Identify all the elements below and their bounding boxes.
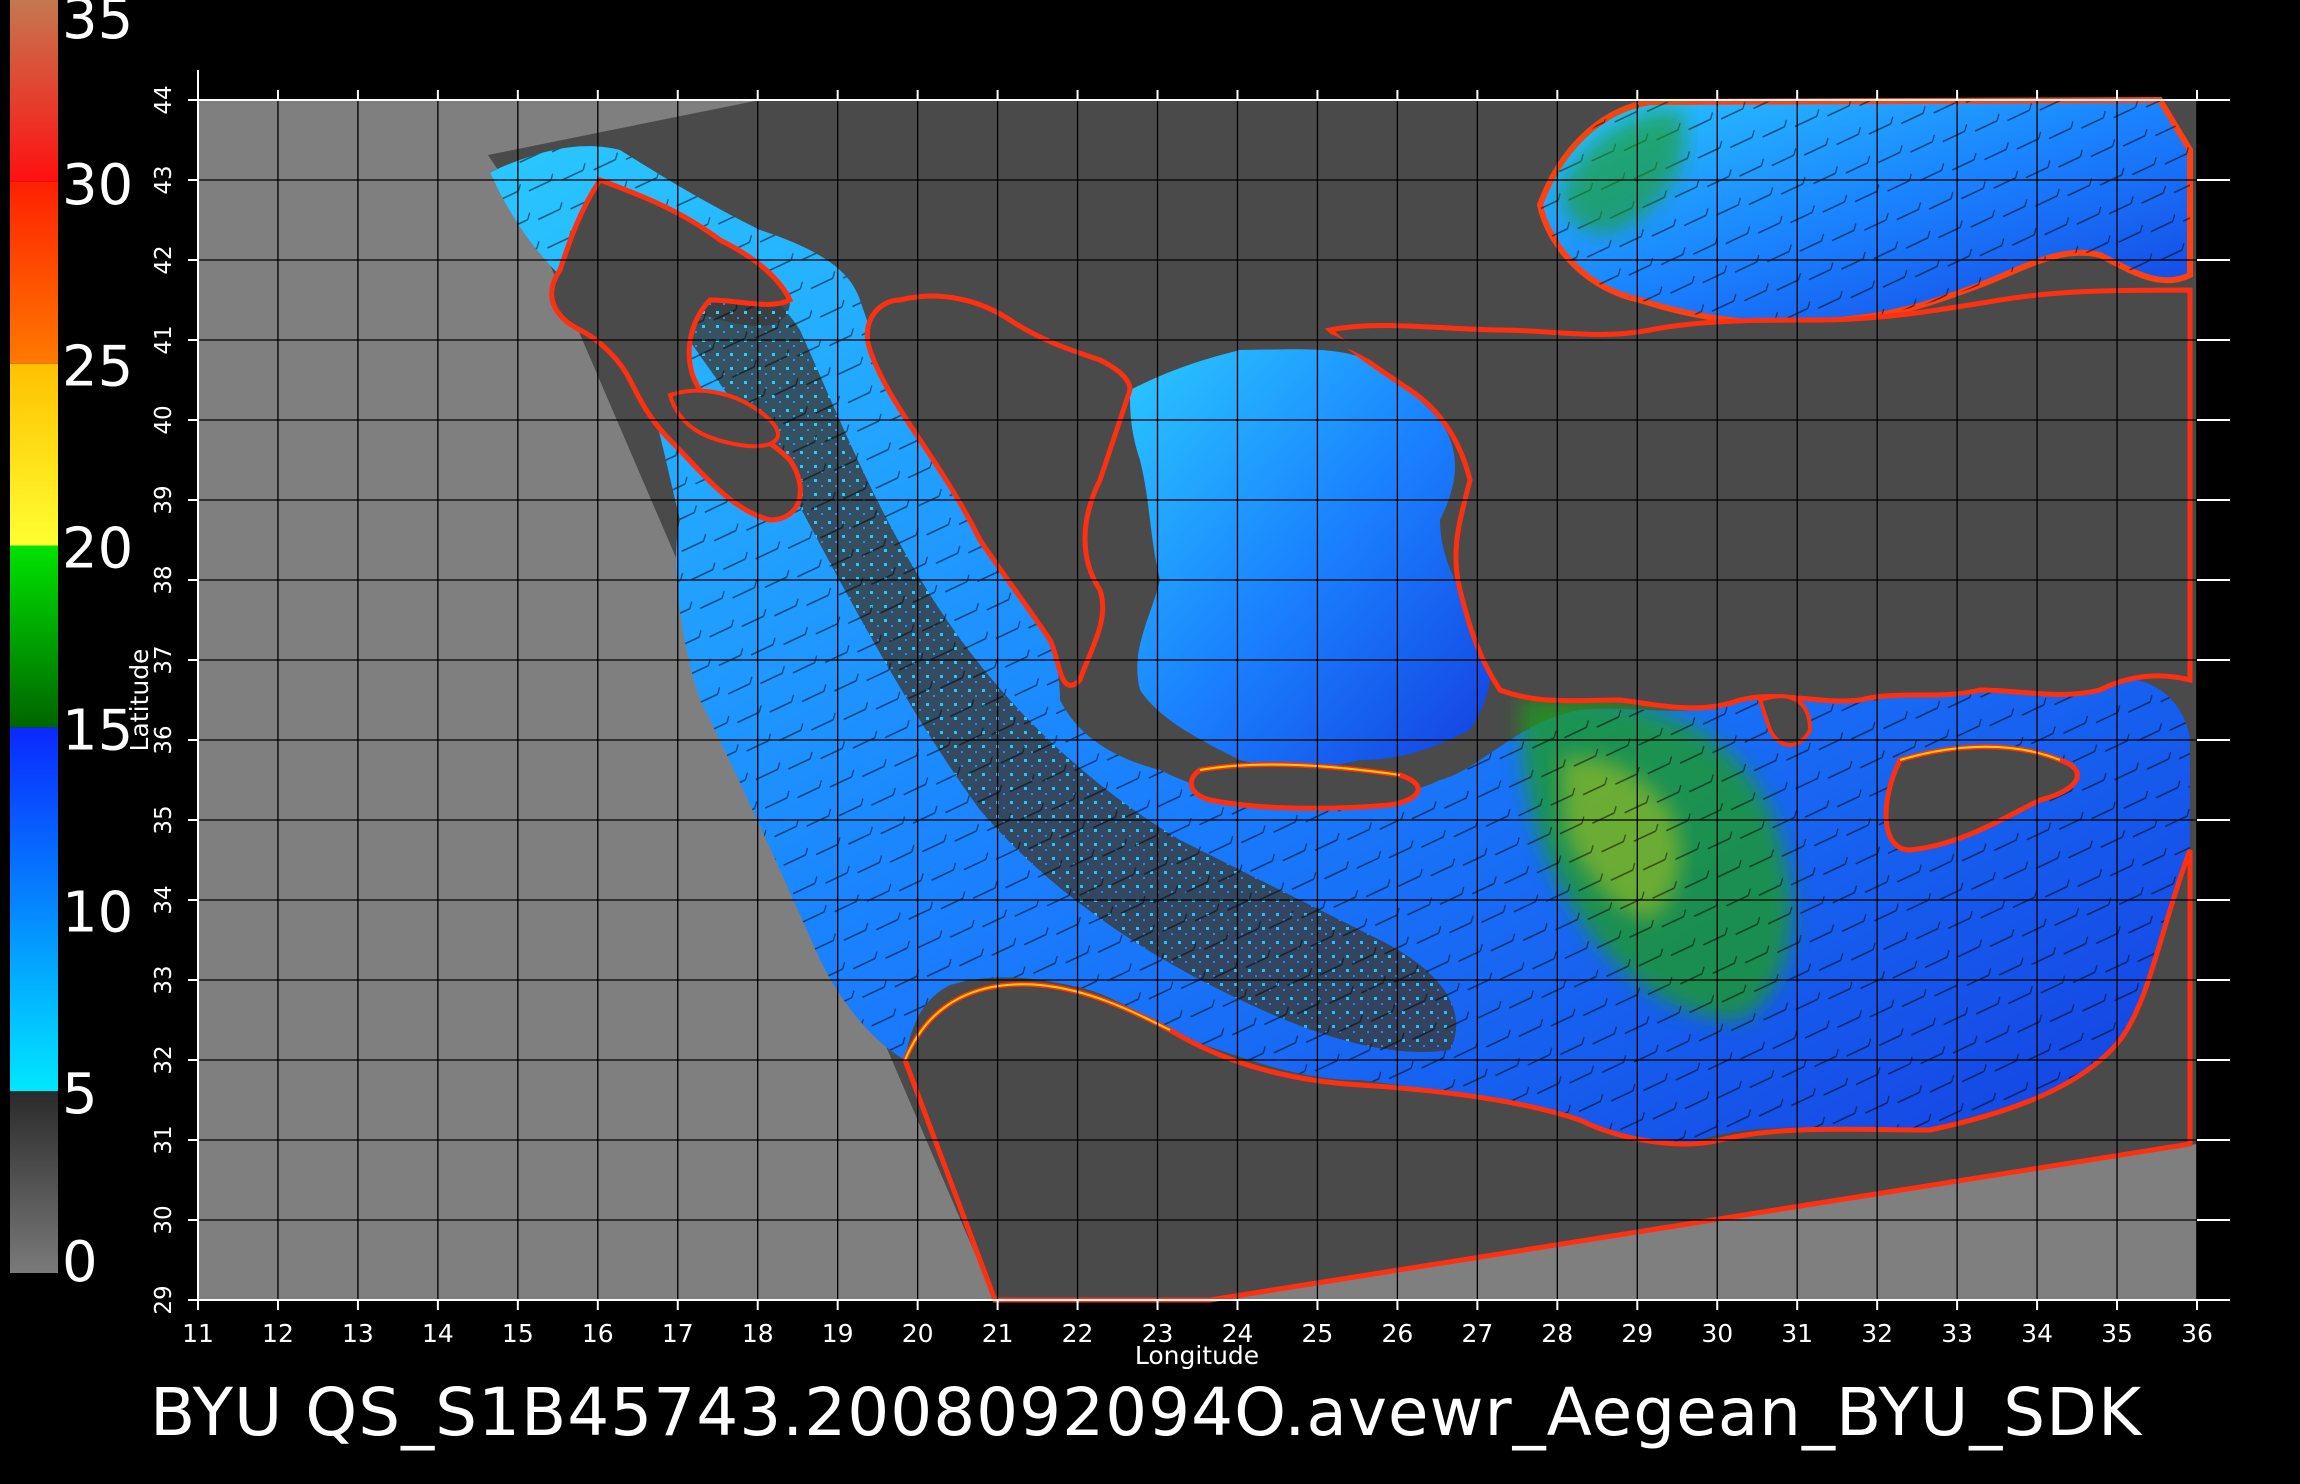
x-tick-label: 14 xyxy=(422,1319,454,1348)
y-tick-label: 41 xyxy=(151,325,177,354)
colorbar-label: 15 xyxy=(62,698,133,763)
y-tick-label: 30 xyxy=(151,1205,177,1234)
colorbar-segment xyxy=(10,545,58,728)
colorbar-label: 10 xyxy=(62,880,133,945)
x-tick-label: 11 xyxy=(182,1319,214,1348)
x-tick-label: 25 xyxy=(1302,1319,1334,1348)
x-tick-label: 34 xyxy=(2021,1319,2053,1348)
y-tick-label: 33 xyxy=(151,965,177,994)
map-figure: 11 12 13 14 15 16 17 18 19 20 21 22 23 24 25 26 27 28 29 30… xyxy=(10,0,2230,1451)
y-tick-label: 38 xyxy=(151,565,177,594)
x-tick-label: 12 xyxy=(262,1319,294,1348)
x-tick-label: 13 xyxy=(342,1319,374,1348)
colorbar-label: 0 xyxy=(62,1230,98,1295)
x-tick-label: 19 xyxy=(822,1319,854,1348)
colorbar-segment xyxy=(10,0,58,182)
colorbar-label: 25 xyxy=(62,335,133,400)
y-tick-label: 40 xyxy=(151,405,177,434)
x-tick-label: 29 xyxy=(1621,1319,1653,1348)
x-tick-label: 16 xyxy=(582,1319,614,1348)
x-tick-label: 18 xyxy=(742,1319,774,1348)
colorbar: 0 5 10 15 20 25 30 35 xyxy=(10,0,133,1295)
x-tick-label: 35 xyxy=(2101,1319,2133,1348)
plot-area xyxy=(197,96,2198,1303)
y-tick-label: 31 xyxy=(151,1125,177,1154)
y-tick-label: 35 xyxy=(151,805,177,834)
y-tick-label: 32 xyxy=(151,1045,177,1074)
x-tick-label: 27 xyxy=(1461,1319,1493,1348)
x-tick-label: 15 xyxy=(502,1319,534,1348)
y-tick-label: 39 xyxy=(151,485,177,514)
y-tick-label: 29 xyxy=(151,1285,177,1314)
x-tick-label: 28 xyxy=(1541,1319,1573,1348)
x-tick-label: 22 xyxy=(1062,1319,1094,1348)
x-tick-label: 36 xyxy=(2181,1319,2213,1348)
x-axis-title: Longitude xyxy=(1135,1341,1259,1370)
colorbar-segment xyxy=(10,181,58,364)
x-tick-label: 30 xyxy=(1701,1319,1733,1348)
y-tick-label: 42 xyxy=(151,245,177,274)
x-tick-label: 32 xyxy=(1861,1319,1893,1348)
colorbar-label: 30 xyxy=(62,153,133,218)
x-tick-label: 21 xyxy=(982,1319,1014,1348)
x-tick-label: 20 xyxy=(902,1319,934,1348)
colorbar-label: 35 xyxy=(62,0,133,52)
x-tick-label: 33 xyxy=(1941,1319,1973,1348)
colorbar-segment xyxy=(10,1091,58,1273)
colorbar-label: 20 xyxy=(62,517,133,582)
x-tick-label: 26 xyxy=(1381,1319,1413,1348)
y-tick-label: 44 xyxy=(151,85,177,114)
y-tick-label: 43 xyxy=(151,165,177,194)
y-tick-label: 37 xyxy=(151,645,177,674)
x-tick-label: 17 xyxy=(662,1319,694,1348)
y-tick-label: 36 xyxy=(151,725,177,754)
wind-speed-map: 11 12 13 14 15 16 17 18 19 20 21 22 23 24 25 26 27 28 29 30… xyxy=(0,0,2300,1480)
x-tick-label: 31 xyxy=(1781,1319,1813,1348)
y-tick-label: 34 xyxy=(151,885,177,914)
colorbar-label: 5 xyxy=(62,1062,98,1127)
colorbar-segment xyxy=(10,363,58,546)
colorbar-segment xyxy=(10,727,58,1092)
figure-caption: BYU QS_S1B45743.2008092094O.avewr_Aegean… xyxy=(150,1374,2143,1451)
